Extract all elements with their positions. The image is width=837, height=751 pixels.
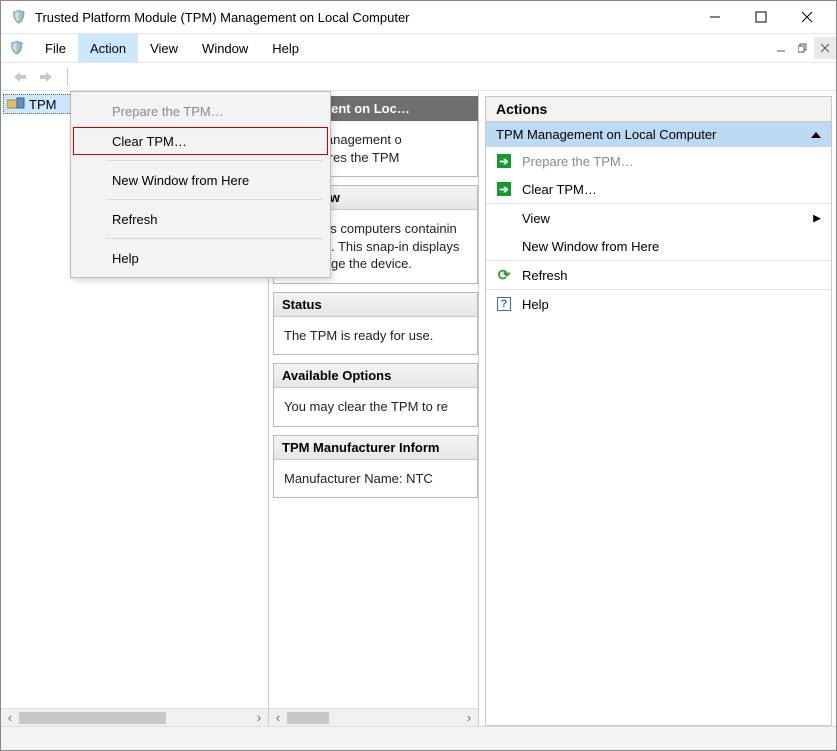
section-manufacturer: TPM Manufacturer Inform Manufacturer Nam…: [273, 435, 478, 499]
action-view-label: View: [522, 211, 550, 226]
nav-forward-button[interactable]: [35, 66, 57, 88]
center-horizontal-scrollbar[interactable]: ‹ ›: [269, 708, 478, 726]
menu-separator: [106, 238, 323, 239]
action-help[interactable]: ? Help: [486, 289, 831, 318]
close-button[interactable]: [784, 2, 830, 32]
minimize-button[interactable]: [692, 2, 738, 32]
menu-action[interactable]: Action: [78, 34, 138, 62]
menu-action-clear[interactable]: Clear TPM…: [72, 126, 329, 156]
menu-action-new-window-label: New Window from Here: [112, 173, 249, 188]
blank-icon: [496, 210, 512, 226]
toolbar-separator: [67, 68, 68, 86]
menu-action-help[interactable]: Help: [72, 243, 329, 273]
scroll-thumb[interactable]: [19, 712, 166, 724]
action-refresh[interactable]: ⟳ Refresh: [486, 260, 831, 289]
section-status: Status The TPM is ready for use.: [273, 292, 478, 356]
arrow-right-icon: ➔: [496, 153, 512, 169]
window-controls: [692, 2, 830, 32]
action-clear-tpm[interactable]: ➔ Clear TPM…: [486, 175, 831, 203]
collapse-caret-icon: [811, 132, 821, 138]
blank-icon: [496, 238, 512, 254]
action-view[interactable]: View ▶: [486, 203, 831, 232]
menu-separator: [106, 160, 323, 161]
tree-horizontal-scrollbar[interactable]: ‹ ›: [1, 708, 268, 726]
workspace: Prepare the TPM… Clear TPM… New Window f…: [1, 91, 836, 726]
mdi-window-controls: [770, 34, 836, 62]
window-title: Trusted Platform Module (TPM) Management…: [35, 10, 692, 25]
menu-action-new-window[interactable]: New Window from Here: [72, 165, 329, 195]
actions-group-header[interactable]: TPM Management on Local Computer: [486, 122, 831, 147]
menubar-row: 🛡️ File Action View Window Help: [1, 33, 836, 63]
section-status-head: Status: [274, 293, 477, 317]
section-options: Available Options You may clear the TPM …: [273, 363, 478, 427]
menu-file[interactable]: File: [33, 34, 78, 62]
section-options-body: You may clear the TPM to re: [274, 388, 477, 426]
action-help-label: Help: [522, 297, 549, 312]
refresh-icon: ⟳: [496, 267, 512, 283]
action-new-window[interactable]: New Window from Here: [486, 232, 831, 260]
action-prepare-tpm[interactable]: ➔ Prepare the TPM…: [486, 147, 831, 175]
section-options-head: Available Options: [274, 364, 477, 388]
status-bar: [1, 726, 836, 750]
action-refresh-label: Refresh: [522, 268, 568, 283]
menu-help[interactable]: Help: [260, 34, 311, 62]
menu-action-refresh[interactable]: Refresh: [72, 204, 329, 234]
action-clear-label: Clear TPM…: [522, 182, 597, 197]
nav-back-button[interactable]: [9, 66, 31, 88]
toolbar: [1, 63, 836, 91]
scroll-right-icon[interactable]: ›: [460, 710, 478, 725]
tpm-app-icon: 🛡️: [11, 9, 27, 25]
scroll-track[interactable]: [329, 712, 460, 724]
menu-window[interactable]: Window: [190, 34, 260, 62]
menu-action-prepare-label: Prepare the TPM…: [112, 104, 224, 119]
mdi-close-button[interactable]: [814, 37, 836, 59]
help-icon: ?: [496, 296, 512, 312]
scroll-left-icon[interactable]: ‹: [269, 710, 287, 725]
tpm-mmc-window: 🛡️ Trusted Platform Module (TPM) Managem…: [0, 0, 837, 751]
menu-action-refresh-label: Refresh: [112, 212, 158, 227]
menu-separator: [106, 199, 323, 200]
menu-action-help-label: Help: [112, 251, 139, 266]
menu-action-prepare[interactable]: Prepare the TPM…: [72, 96, 329, 126]
actions-body: TPM Management on Local Computer ➔ Prepa…: [485, 122, 832, 726]
actions-group-title: TPM Management on Local Computer: [496, 127, 716, 142]
scroll-left-icon[interactable]: ‹: [1, 710, 19, 725]
action-dropdown-menu: Prepare the TPM… Clear TPM… New Window f…: [70, 91, 331, 278]
action-new-window-label: New Window from Here: [522, 239, 659, 254]
scroll-track[interactable]: [166, 712, 250, 724]
menu-action-clear-label: Clear TPM…: [112, 134, 187, 149]
mmc-doc-icon: 🛡️: [9, 40, 25, 56]
section-manufacturer-body: Manufacturer Name: NTC: [274, 460, 477, 498]
submenu-arrow-icon: ▶: [813, 211, 821, 226]
section-manufacturer-head: TPM Manufacturer Inform: [274, 436, 477, 460]
mdi-minimize-button[interactable]: [770, 37, 792, 59]
menu-view[interactable]: View: [138, 34, 190, 62]
actions-header: Actions: [485, 96, 832, 122]
tpm-node-icon: [7, 96, 25, 112]
arrow-right-icon: ➔: [496, 181, 512, 197]
tree-root-label: TPM: [29, 97, 56, 112]
actions-pane: Actions TPM Management on Local Computer…: [479, 92, 836, 726]
titlebar: 🛡️ Trusted Platform Module (TPM) Managem…: [1, 1, 836, 33]
scroll-thumb[interactable]: [287, 712, 329, 724]
mdi-restore-button[interactable]: [792, 37, 814, 59]
maximize-button[interactable]: [738, 2, 784, 32]
menubar: 🛡️ File Action View Window Help: [1, 34, 770, 62]
section-status-body: The TPM is ready for use.: [274, 317, 477, 355]
scroll-right-icon[interactable]: ›: [250, 710, 268, 725]
action-prepare-label: Prepare the TPM…: [522, 154, 634, 169]
